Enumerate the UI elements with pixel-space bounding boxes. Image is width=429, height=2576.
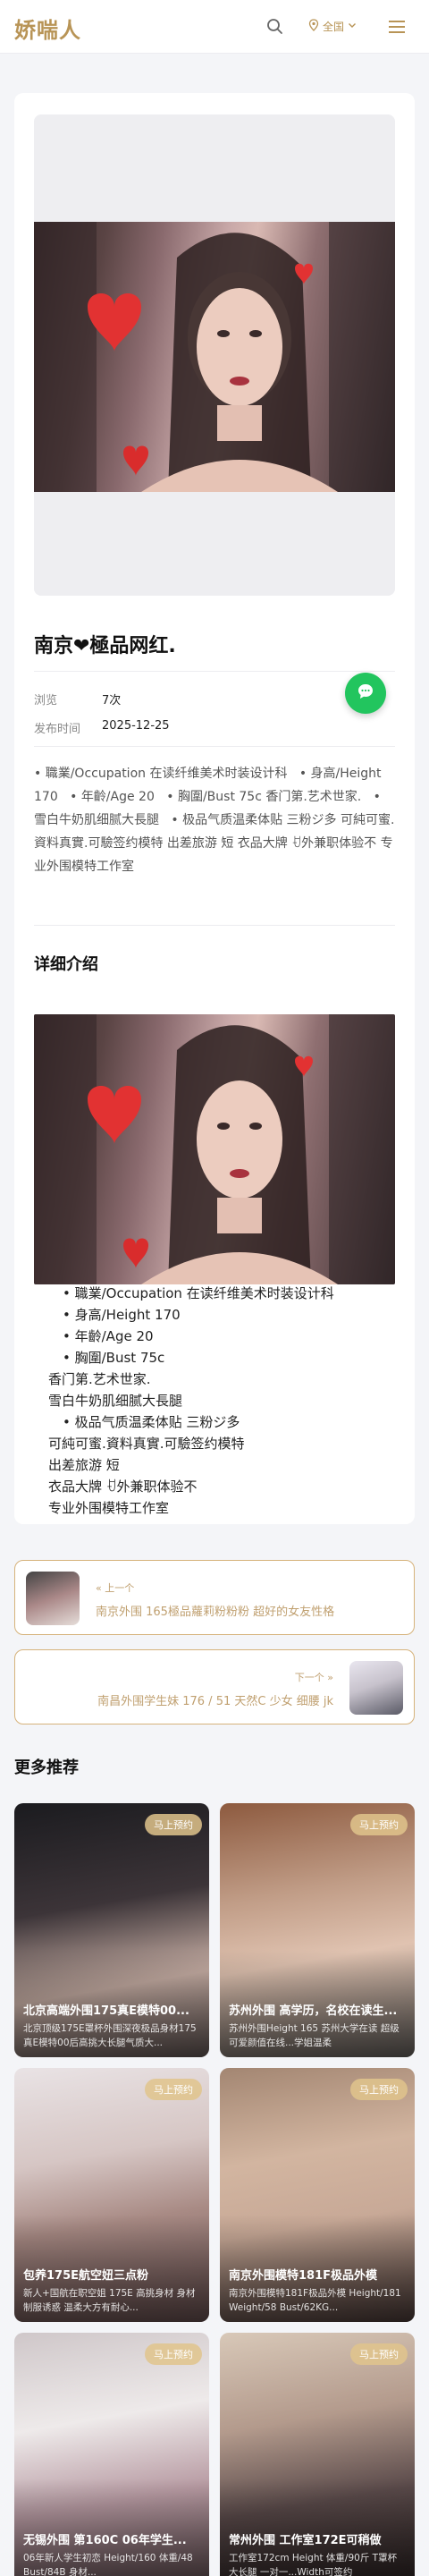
recommend-card-desc: 南京外围模特181F极品外模 Height/181 Weight/58 Bust… <box>229 2288 401 2313</box>
publish-date-value: 2025-12-25 <box>102 719 170 733</box>
prev-label: « 上一个 <box>96 1582 135 1594</box>
detail-line: • 年齡/Age 20 <box>63 1328 154 1344</box>
next-label: 下一个 » <box>294 1672 333 1683</box>
chat-fab-button[interactable] <box>345 673 386 714</box>
summary-item: 職業/Occupation 在读纤维美术时装设计科 <box>34 767 287 781</box>
next-title: 南昌外围学生妹 176 / 51 天然C 少女 细腰 jk <box>97 1695 333 1708</box>
detail-line: • 胸圍/Bust 75c <box>63 1350 165 1366</box>
recommend-card[interactable]: 马上预约 苏州外围 高学历，名校在读生... 苏州外围Height 165 苏州… <box>220 1803 415 2057</box>
location-label: 全国 <box>323 21 345 33</box>
detail-line: • 极品气质温柔体贴 三粉ジ多 <box>63 1414 240 1430</box>
detail-line: 雪白牛奶肌细腻大長腿 <box>48 1393 183 1409</box>
summary-item: 胸圍/Bust 75c 香门第.艺术世家. <box>166 790 361 804</box>
detail-line: 专业外围模特工作室 <box>48 1500 170 1516</box>
cover-image-box[interactable] <box>34 114 395 596</box>
book-now-badge[interactable]: 马上预约 <box>350 1814 408 1835</box>
recommend-card-title: 包养175E航空妞三点粉 <box>23 2269 149 2283</box>
recommend-card[interactable]: 马上预约 无锡外围 第160C 06年学生... 06年新人学生初恋 Heigh… <box>14 2333 209 2576</box>
prev-title: 南京外围 165極品蘿莉粉粉粉 超好的女友性格 <box>96 1606 335 1619</box>
divider <box>34 925 395 926</box>
detail-line: • 職業/Occupation 在读纤维美术时装设计科 <box>63 1285 334 1301</box>
recommend-card-desc: 工作室172cm Height 体重/90斤 T罩杯 大长腿 一对一...Wid… <box>229 2553 398 2576</box>
detail-line: 衣品大牌 ꀀ外兼职体验不 <box>48 1479 198 1495</box>
recommend-card[interactable]: 马上预约 南京外围模特181F极品外模 南京外围模特181F极品外模 Heigh… <box>220 2068 415 2322</box>
location-pin-icon <box>307 19 320 34</box>
book-now-badge[interactable]: 马上预约 <box>145 2079 202 2100</box>
recommend-card-title: 无锡外围 第160C 06年学生... <box>23 2534 187 2547</box>
post-title: 南京❤極品网红. <box>34 635 176 657</box>
detail-photo[interactable] <box>34 1014 395 1284</box>
book-now-badge[interactable]: 马上预约 <box>145 1814 202 1835</box>
next-post-thumbnail <box>349 1661 403 1715</box>
detail-section-title: 详细介绍 <box>34 955 98 974</box>
menu-icon[interactable] <box>386 18 408 36</box>
detail-line: 出差旅游 短 <box>48 1457 120 1473</box>
site-header: 娇喘人 全国 <box>0 0 429 54</box>
detail-line: 香门第.艺术世家. <box>48 1371 151 1387</box>
cover-photo <box>34 222 395 492</box>
publish-date-label: 发布时间 <box>34 723 81 736</box>
recommend-card-title: 苏州外围 高学历，名校在读生... <box>229 2004 398 2018</box>
book-now-badge[interactable]: 马上预约 <box>145 2343 202 2365</box>
prev-post-link[interactable]: « 上一个 南京外围 165極品蘿莉粉粉粉 超好的女友性格 <box>14 1560 415 1635</box>
next-post-link[interactable]: 下一个 » 南昌外围学生妹 176 / 51 天然C 少女 细腰 jk <box>14 1649 415 1724</box>
detail-line: • 身高/Height 170 <box>63 1307 181 1323</box>
recommend-card-title: 北京高端外围175真E模特00... <box>23 2004 189 2018</box>
detail-text: • 職業/Occupation 在读纤维美术时装设计科 • 身高/Height … <box>48 1283 395 1519</box>
views-label: 浏览 <box>34 694 58 708</box>
post-card: 南京❤極品网红. 浏览 7次 发布时间 2025-12-25 職業/Occupa… <box>14 93 415 1524</box>
search-icon[interactable] <box>265 16 286 38</box>
divider <box>34 746 395 747</box>
recommend-card-title: 南京外围模特181F极品外模 <box>229 2269 378 2283</box>
book-now-badge[interactable]: 马上预约 <box>350 2343 408 2365</box>
site-logo[interactable]: 娇喘人 <box>14 13 81 44</box>
recommend-card[interactable]: 马上预约 包养175E航空妞三点粉 新人+国航在职空姐 175E 高挑身材 身材… <box>14 2068 209 2322</box>
chat-bubble-icon <box>356 682 375 705</box>
book-now-badge[interactable]: 马上预约 <box>350 2079 408 2100</box>
views-value: 7次 <box>102 694 122 708</box>
recommend-section-title: 更多推荐 <box>14 1758 79 1777</box>
location-selector[interactable]: 全国 <box>307 19 358 34</box>
divider <box>34 671 395 672</box>
recommend-card[interactable]: 马上预约 常州外围 工作室172E可稍做 工作室172cm Height 体重/… <box>220 2333 415 2576</box>
chevron-down-icon <box>347 20 358 33</box>
recommend-card-desc: 北京顶级175E罩杯外围深夜极品身材175真E模特00后高挑大长腿气质大... <box>23 2023 197 2048</box>
recommend-card-title: 常州外围 工作室172E可稍做 <box>229 2534 382 2547</box>
summary-item: 年齡/Age 20 <box>70 790 155 804</box>
prev-post-thumbnail <box>26 1572 80 1625</box>
recommend-card-desc: 苏州外围Height 165 苏州大学在读 超级可爱颜值在线...学姐温柔 <box>229 2023 400 2048</box>
recommend-card-desc: 新人+国航在职空姐 175E 高挑身材 身材 制服诱惑 温柔大方有耐心... <box>23 2288 196 2313</box>
detail-line: 可純可蜜.資料真實.可驗签约模特 <box>48 1436 245 1452</box>
post-summary: 職業/Occupation 在读纤维美术时装设计科 身高/Height 170 … <box>34 762 395 878</box>
recommend-card[interactable]: 马上预约 北京高端外围175真E模特00... 北京顶级175E罩杯外围深夜极品… <box>14 1803 209 2057</box>
recommend-card-desc: 06年新人学生初恋 Height/160 体重/48 Bust/84B 身材..… <box>23 2553 193 2576</box>
